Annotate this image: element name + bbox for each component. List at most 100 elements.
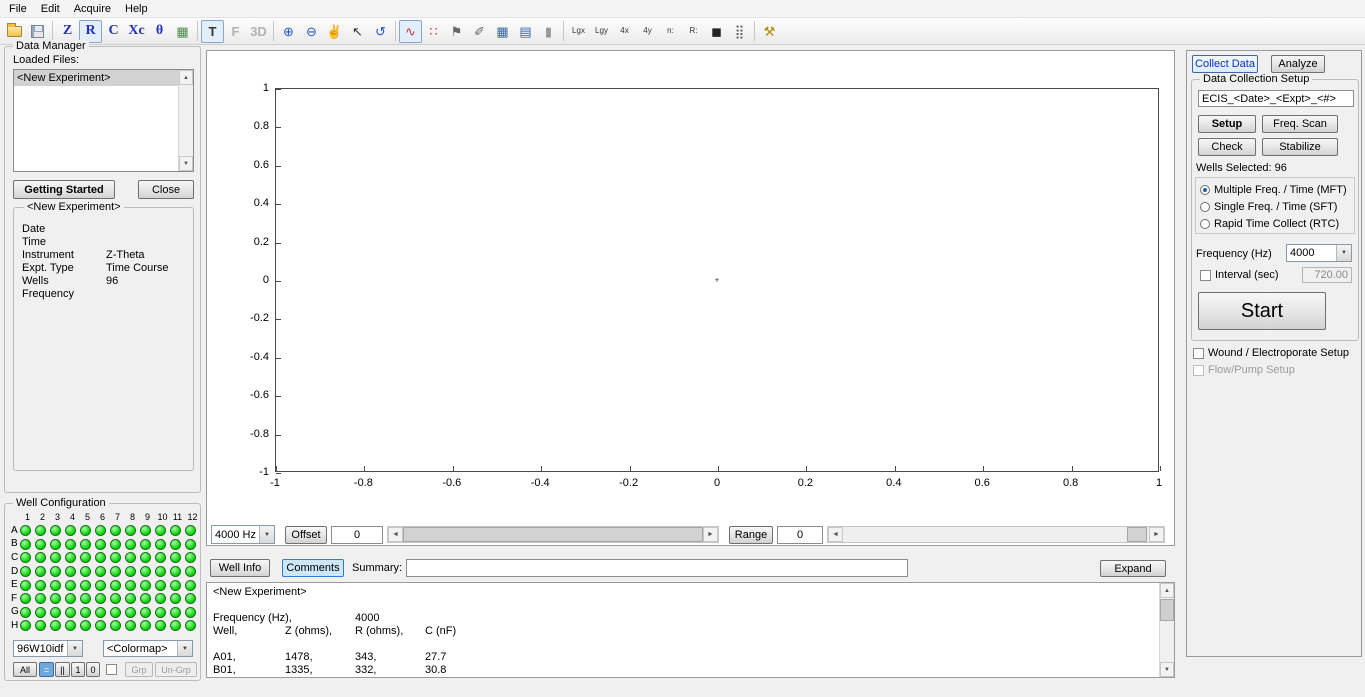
scroll-left-icon[interactable]: ◄ xyxy=(388,527,403,542)
well-E05[interactable] xyxy=(80,580,91,591)
well-E06[interactable] xyxy=(95,580,106,591)
well-G08[interactable] xyxy=(125,607,136,618)
expand-button[interactable]: Expand xyxy=(1100,560,1166,577)
well-D10[interactable] xyxy=(155,566,166,577)
well-A10[interactable] xyxy=(155,525,166,536)
well-A03[interactable] xyxy=(50,525,61,536)
mode-radio-sft[interactable]: Single Freq. / Time (SFT) xyxy=(1196,198,1354,215)
loaded-file-item[interactable]: <New Experiment> xyxy=(14,70,178,86)
well-D03[interactable] xyxy=(50,566,61,577)
well-B02[interactable] xyxy=(35,539,46,550)
offset-input[interactable]: 0 xyxy=(331,526,383,544)
well-C09[interactable] xyxy=(140,552,151,563)
well-G11[interactable] xyxy=(170,607,181,618)
well-A12[interactable] xyxy=(185,525,196,536)
well-H02[interactable] xyxy=(35,620,46,631)
well-A02[interactable] xyxy=(35,525,46,536)
well-E08[interactable] xyxy=(125,580,136,591)
zero-select-button[interactable]: 0 xyxy=(86,662,100,677)
well-G02[interactable] xyxy=(35,607,46,618)
well-D07[interactable] xyxy=(110,566,121,577)
close-button[interactable]: Close xyxy=(138,180,194,199)
well-F04[interactable] xyxy=(65,593,76,604)
well-D12[interactable] xyxy=(185,566,196,577)
plot-area[interactable]: + xyxy=(275,88,1159,472)
well-E11[interactable] xyxy=(170,580,181,591)
well-H12[interactable] xyxy=(185,620,196,631)
offset-scrollbar[interactable]: ◄ ► xyxy=(387,526,719,543)
wound-electroporate-checkbox[interactable] xyxy=(1193,348,1204,359)
summary-input[interactable] xyxy=(406,559,908,577)
well-H06[interactable] xyxy=(95,620,106,631)
well-D11[interactable] xyxy=(170,566,181,577)
lin-y-axis-icon[interactable]: 4y xyxy=(636,20,659,43)
lin-x-axis-icon[interactable]: 4x xyxy=(613,20,636,43)
range-button[interactable]: Range xyxy=(729,526,773,544)
well-G01[interactable] xyxy=(20,607,31,618)
well-C04[interactable] xyxy=(65,552,76,563)
well-H03[interactable] xyxy=(50,620,61,631)
well-D06[interactable] xyxy=(95,566,106,577)
line-plot-icon[interactable]: ∿ xyxy=(399,20,422,43)
well-F12[interactable] xyxy=(185,593,196,604)
well-F06[interactable] xyxy=(95,593,106,604)
normalize-icon[interactable]: n: xyxy=(659,20,682,43)
well-E09[interactable] xyxy=(140,580,151,591)
well-F03[interactable] xyxy=(50,593,61,604)
menu-acquire[interactable]: Acquire xyxy=(67,1,118,17)
well-D05[interactable] xyxy=(80,566,91,577)
mode-radio-mft[interactable]: Multiple Freq. / Time (MFT) xyxy=(1196,181,1354,198)
well-C07[interactable] xyxy=(110,552,121,563)
well-H04[interactable] xyxy=(65,620,76,631)
mode-radio-rtc[interactable]: Rapid Time Collect (RTC) xyxy=(1196,215,1354,232)
well-D02[interactable] xyxy=(35,566,46,577)
ungroup-wells-button[interactable]: Un-Grp xyxy=(155,662,197,677)
capacitance-c-button[interactable]: C xyxy=(102,20,125,43)
data-cursor-icon[interactable]: ↖ xyxy=(346,20,369,43)
analyze-button[interactable]: Analyze xyxy=(1271,55,1325,73)
scroll-left-icon[interactable]: ◄ xyxy=(828,527,843,542)
well-C01[interactable] xyxy=(20,552,31,563)
select-all-wells-button[interactable]: All xyxy=(13,662,37,677)
group-wells-button[interactable]: Grp xyxy=(125,662,153,677)
well-B12[interactable] xyxy=(185,539,196,550)
well-H11[interactable] xyxy=(170,620,181,631)
equal-select-button[interactable]: = xyxy=(39,662,54,677)
well-F07[interactable] xyxy=(110,593,121,604)
well-B08[interactable] xyxy=(125,539,136,550)
well-D04[interactable] xyxy=(65,566,76,577)
well-E03[interactable] xyxy=(50,580,61,591)
well-C02[interactable] xyxy=(35,552,46,563)
well-B05[interactable] xyxy=(80,539,91,550)
plot-frequency-select[interactable]: 4000 Hz ▼ xyxy=(211,525,275,544)
well-D01[interactable] xyxy=(20,566,31,577)
getting-started-button[interactable]: Getting Started xyxy=(13,180,115,199)
well-select-checkbox[interactable] xyxy=(106,664,117,675)
frequency-select[interactable]: 4000 ▼ xyxy=(1286,244,1352,262)
marker-tool-icon[interactable]: ⚑ xyxy=(445,20,468,43)
data-table-icon[interactable]: ▦ xyxy=(491,20,514,43)
well-G04[interactable] xyxy=(65,607,76,618)
well-B11[interactable] xyxy=(170,539,181,550)
well-B01[interactable] xyxy=(20,539,31,550)
well-C03[interactable] xyxy=(50,552,61,563)
well-A07[interactable] xyxy=(110,525,121,536)
well-H05[interactable] xyxy=(80,620,91,631)
collect-data-button[interactable]: Collect Data xyxy=(1192,55,1258,73)
well-array-icon[interactable]: ▦ xyxy=(171,20,194,43)
zoom-in-icon[interactable]: ⊕ xyxy=(277,20,300,43)
annotate-icon[interactable]: ✐ xyxy=(468,20,491,43)
report-icon[interactable]: ▤ xyxy=(514,20,537,43)
well-A09[interactable] xyxy=(140,525,151,536)
range-input[interactable]: 0 xyxy=(777,526,823,544)
colormap-select[interactable]: <Colormap> ▼ xyxy=(103,640,193,657)
summary-scrollbar-thumb[interactable] xyxy=(1160,599,1174,621)
well-C06[interactable] xyxy=(95,552,106,563)
well-G12[interactable] xyxy=(185,607,196,618)
well-G10[interactable] xyxy=(155,607,166,618)
well-G07[interactable] xyxy=(110,607,121,618)
plate-type-select[interactable]: 96W10idf ▼ xyxy=(13,640,83,657)
scroll-right-icon[interactable]: ► xyxy=(1149,527,1164,542)
well-E10[interactable] xyxy=(155,580,166,591)
well-info-button[interactable]: Well Info xyxy=(210,559,270,577)
